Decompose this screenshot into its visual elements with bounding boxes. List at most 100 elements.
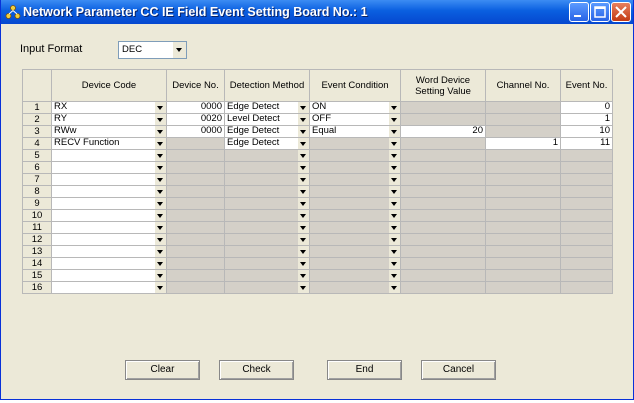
chevron-down-icon[interactable] bbox=[155, 222, 166, 233]
cell-channel[interactable]: 1 bbox=[485, 137, 561, 150]
cell-condition[interactable]: OFF bbox=[309, 113, 401, 126]
chevron-down-icon[interactable] bbox=[389, 186, 400, 197]
chevron-down-icon[interactable] bbox=[298, 222, 309, 233]
chevron-down-icon[interactable] bbox=[389, 150, 400, 161]
cell-event-no[interactable]: 11 bbox=[560, 137, 613, 150]
cell-device-code[interactable]: RECV Function bbox=[51, 137, 167, 150]
cell-device-code[interactable] bbox=[51, 281, 167, 294]
chevron-down-icon[interactable] bbox=[298, 270, 309, 281]
cell-device-code[interactable] bbox=[51, 173, 167, 186]
chevron-down-icon[interactable] bbox=[298, 234, 309, 245]
cell-device-code[interactable] bbox=[51, 161, 167, 174]
check-button[interactable]: Check bbox=[219, 360, 294, 380]
cell-device-code[interactable] bbox=[51, 233, 167, 246]
chevron-down-icon[interactable] bbox=[155, 126, 166, 137]
event-settings-table: Device Code Device No. Detection Method … bbox=[22, 69, 613, 294]
chevron-down-icon[interactable] bbox=[389, 258, 400, 269]
row-number: 1 bbox=[22, 101, 52, 114]
chevron-down-icon[interactable] bbox=[155, 246, 166, 257]
chevron-down-icon[interactable] bbox=[155, 162, 166, 173]
chevron-down-icon[interactable] bbox=[298, 198, 309, 209]
cell-device-code[interactable] bbox=[51, 257, 167, 270]
cell-device-code[interactable] bbox=[51, 185, 167, 198]
chevron-down-icon[interactable] bbox=[155, 258, 166, 269]
chevron-down-icon[interactable] bbox=[298, 138, 309, 149]
cell-device-code[interactable] bbox=[51, 221, 167, 234]
chevron-down-icon[interactable] bbox=[298, 150, 309, 161]
chevron-down-icon[interactable] bbox=[389, 174, 400, 185]
chevron-down-icon[interactable] bbox=[389, 222, 400, 233]
chevron-down-icon[interactable] bbox=[155, 282, 166, 293]
cell-detection[interactable]: Edge Detect bbox=[224, 125, 310, 138]
cell-device-no[interactable]: 0020 bbox=[166, 113, 225, 126]
end-button[interactable]: End bbox=[327, 360, 402, 380]
title-bar[interactable]: Network Parameter CC IE Field Event Sett… bbox=[1, 0, 633, 24]
chevron-down-icon[interactable] bbox=[155, 270, 166, 281]
chevron-down-icon[interactable] bbox=[155, 174, 166, 185]
chevron-down-icon[interactable] bbox=[155, 150, 166, 161]
chevron-down-icon[interactable] bbox=[389, 138, 400, 149]
input-format-select[interactable]: DEC bbox=[118, 41, 187, 59]
chevron-down-icon[interactable] bbox=[389, 210, 400, 221]
cell-device-no[interactable]: 0000 bbox=[166, 125, 225, 138]
chevron-down-icon[interactable] bbox=[298, 282, 309, 293]
chevron-down-icon[interactable] bbox=[389, 246, 400, 257]
cell-device-code[interactable]: RX bbox=[51, 101, 167, 114]
cell-device-code[interactable] bbox=[51, 197, 167, 210]
chevron-down-icon[interactable] bbox=[389, 126, 400, 137]
cell-device-code[interactable]: RWw bbox=[51, 125, 167, 138]
chevron-down-icon[interactable] bbox=[389, 270, 400, 281]
clear-button[interactable]: Clear bbox=[125, 360, 200, 380]
maximize-button[interactable] bbox=[590, 2, 610, 22]
cell-word-value[interactable]: 20 bbox=[400, 125, 486, 138]
chevron-down-icon[interactable] bbox=[298, 246, 309, 257]
cell-detection[interactable]: Edge Detect bbox=[224, 137, 310, 150]
chevron-down-icon[interactable] bbox=[155, 186, 166, 197]
chevron-down-icon[interactable] bbox=[389, 234, 400, 245]
cell-event-no[interactable]: 0 bbox=[560, 101, 613, 114]
chevron-down-icon[interactable] bbox=[155, 102, 166, 113]
chevron-down-icon[interactable] bbox=[155, 114, 166, 125]
cell-condition[interactable]: Equal bbox=[309, 125, 401, 138]
chevron-down-icon[interactable] bbox=[298, 114, 309, 125]
chevron-down-icon[interactable] bbox=[389, 114, 400, 125]
cell-device-no[interactable]: 0000 bbox=[166, 101, 225, 114]
cell-device-code[interactable]: RY bbox=[51, 113, 167, 126]
cell-channel bbox=[485, 245, 561, 258]
chevron-down-icon[interactable] bbox=[155, 234, 166, 245]
cell-device-code[interactable] bbox=[51, 269, 167, 282]
chevron-down-icon[interactable] bbox=[298, 102, 309, 113]
cell-device-code[interactable] bbox=[51, 245, 167, 258]
cell-device-no bbox=[166, 221, 225, 234]
cell-device-code[interactable] bbox=[51, 209, 167, 222]
cell-word-value bbox=[400, 281, 486, 294]
chevron-down-icon[interactable] bbox=[298, 162, 309, 173]
chevron-down-icon[interactable] bbox=[173, 42, 186, 58]
cell-detection bbox=[224, 161, 310, 174]
close-button[interactable] bbox=[611, 2, 631, 22]
row-number: 6 bbox=[22, 161, 52, 174]
chevron-down-icon[interactable] bbox=[155, 138, 166, 149]
cell-detection[interactable]: Edge Detect bbox=[224, 101, 310, 114]
chevron-down-icon[interactable] bbox=[298, 174, 309, 185]
cell-condition bbox=[309, 137, 401, 150]
chevron-down-icon[interactable] bbox=[155, 210, 166, 221]
chevron-down-icon[interactable] bbox=[389, 102, 400, 113]
chevron-down-icon[interactable] bbox=[155, 198, 166, 209]
cell-device-code[interactable] bbox=[51, 149, 167, 162]
minimize-icon bbox=[574, 15, 581, 17]
cell-event-no[interactable]: 1 bbox=[560, 113, 613, 126]
cell-event-no[interactable]: 10 bbox=[560, 125, 613, 138]
chevron-down-icon[interactable] bbox=[298, 210, 309, 221]
chevron-down-icon[interactable] bbox=[298, 126, 309, 137]
cell-condition[interactable]: ON bbox=[309, 101, 401, 114]
chevron-down-icon[interactable] bbox=[389, 282, 400, 293]
chevron-down-icon[interactable] bbox=[298, 258, 309, 269]
minimize-button[interactable] bbox=[569, 2, 589, 22]
chevron-down-icon[interactable] bbox=[298, 186, 309, 197]
cell-detection[interactable]: Level Detect bbox=[224, 113, 310, 126]
chevron-down-icon[interactable] bbox=[389, 162, 400, 173]
chevron-down-icon[interactable] bbox=[389, 198, 400, 209]
cancel-button[interactable]: Cancel bbox=[421, 360, 496, 380]
cell-word-value bbox=[400, 197, 486, 210]
